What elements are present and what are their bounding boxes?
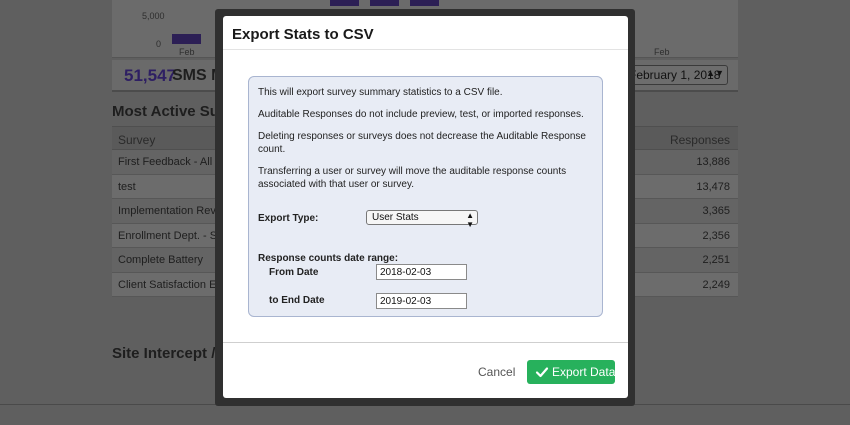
row-survey-name[interactable]: test: [118, 181, 136, 193]
from-date-label: From Date: [269, 267, 319, 278]
to-date-label: to End Date: [269, 295, 325, 306]
date-select[interactable]: February 1, 2018 ▲▼: [622, 65, 728, 85]
chart-bar: [330, 0, 359, 6]
row-survey-name[interactable]: Enrollment Dept. - St: [118, 230, 220, 242]
modal-title: Export Stats to CSV: [232, 26, 374, 43]
export-stats-modal: Export Stats to CSV This will export sur…: [223, 16, 628, 398]
site-intercept-heading: Site Intercept /: [112, 345, 216, 362]
chart-y-tick-0: 0: [156, 39, 162, 49]
modal-header: Export Stats to CSV: [223, 16, 628, 50]
export-type-label: Export Type:: [258, 213, 319, 224]
header-survey[interactable]: Survey: [118, 133, 155, 147]
chart-bar: [370, 0, 399, 6]
chart-y-tick-5000: 5,000: [142, 11, 165, 21]
checkmark-icon: [535, 367, 549, 378]
select-arrows-icon: ▲▼: [466, 211, 474, 229]
info-text: Auditable Responses do not include previ…: [258, 109, 584, 120]
chart-bar: [410, 0, 439, 6]
chart-x-label: Feb: [179, 47, 195, 57]
row-responses: 2,249: [702, 278, 730, 291]
chart-bar: [172, 34, 201, 44]
row-responses: 3,365: [702, 205, 730, 217]
export-type-select[interactable]: User Stats ▲ ▼: [366, 210, 478, 229]
row-responses: 2,251: [702, 254, 730, 266]
row-survey-name[interactable]: Complete Battery: [118, 254, 203, 266]
export-data-label: Export Data: [552, 365, 616, 379]
row-survey-name[interactable]: Implementation Revie: [118, 205, 224, 217]
row-responses: 2,356: [702, 229, 730, 242]
info-text: Transferring a user or survey will move …: [258, 166, 567, 190]
select-arrows-icon: ▲▼: [706, 68, 724, 78]
header-responses[interactable]: Responses: [670, 133, 730, 147]
row-survey-name[interactable]: Client Satisfaction Ex: [118, 279, 222, 291]
info-text: Deleting responses or surveys does not d…: [258, 131, 586, 155]
date-range-label: Response counts date range:: [258, 253, 399, 264]
modal-footer-divider: [223, 342, 628, 343]
row-responses: 13,478: [696, 180, 730, 193]
cancel-button[interactable]: Cancel: [478, 365, 515, 379]
info-text: This will export survey summary statisti…: [258, 87, 503, 98]
chart-x-label: Feb: [654, 47, 670, 57]
export-data-button[interactable]: Export Data: [527, 360, 615, 384]
export-type-value: User Stats: [372, 212, 419, 223]
to-date-input[interactable]: [376, 293, 467, 309]
from-date-input[interactable]: [376, 264, 467, 280]
row-survey-name[interactable]: First Feedback - All R: [118, 156, 223, 168]
sms-stat-value: 51,547: [124, 66, 176, 85]
export-info-box: This will export survey summary statisti…: [248, 76, 603, 317]
row-responses: 13,886: [696, 156, 730, 168]
